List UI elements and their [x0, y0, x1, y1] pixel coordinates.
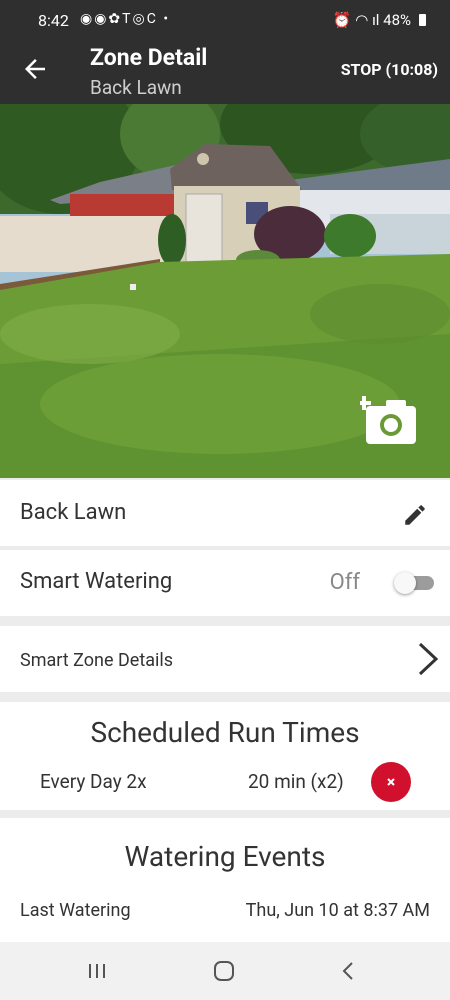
- chevron-right-icon: [418, 642, 439, 676]
- section-title: Scheduled Run Times: [90, 716, 360, 749]
- smart-watering-toggle[interactable]: [394, 572, 434, 594]
- smart-watering-label: Smart Watering: [20, 569, 173, 594]
- back-arrow-icon[interactable]: [20, 54, 50, 84]
- page-title: Zone Detail: [90, 44, 208, 71]
- app-bar: Zone Detail Back Lawn STOP (10:08): [0, 40, 450, 104]
- smart-watering-state: Off: [329, 570, 360, 595]
- section-title: Watering Events: [124, 840, 326, 873]
- status-time: 8:42: [38, 11, 69, 30]
- watering-events-section: Watering Events Last Watering Thu, Jun 1…: [0, 818, 450, 942]
- schedule-duration: 20 min (x2): [248, 770, 344, 793]
- status-bar: 8:42 ◉◉✿T◎C • ⏰ ◠ ıl 48%: [0, 0, 450, 40]
- notification-icons: ◉◉✿T◎C •: [80, 11, 171, 27]
- schedule-frequency: Every Day 2x: [40, 770, 147, 793]
- last-watering-label: Last Watering: [20, 900, 131, 921]
- pencil-icon[interactable]: [402, 502, 428, 528]
- smart-zone-details-label: Smart Zone Details: [20, 650, 174, 671]
- system-nav-bar: [0, 942, 450, 1000]
- delete-schedule-button[interactable]: [371, 762, 411, 802]
- page-subtitle: Back Lawn: [90, 76, 182, 99]
- smart-watering-row: Smart Watering Off: [0, 550, 450, 616]
- stop-button[interactable]: STOP (10:08): [341, 60, 438, 79]
- add-photo-icon[interactable]: [360, 394, 418, 446]
- back-icon[interactable]: [334, 958, 364, 984]
- zone-name-row[interactable]: Back Lawn: [0, 480, 450, 546]
- scheduled-run-times-section: Scheduled Run Times Every Day 2x 20 min …: [0, 702, 450, 810]
- close-icon: [387, 778, 395, 786]
- zone-name: Back Lawn: [20, 500, 127, 525]
- battery-icon: [419, 14, 426, 26]
- system-status-icons: ⏰ ◠ ıl 48%: [333, 11, 426, 29]
- smart-zone-details-row[interactable]: Smart Zone Details: [0, 626, 450, 692]
- zone-photo: [0, 104, 450, 478]
- recent-apps-icon[interactable]: [82, 958, 112, 984]
- last-watering-value: Thu, Jun 10 at 8:37 AM: [245, 900, 430, 921]
- home-icon[interactable]: [209, 958, 239, 984]
- toggle-thumb: [394, 572, 416, 594]
- system-status-text: ⏰ ◠ ıl 48%: [332, 11, 411, 29]
